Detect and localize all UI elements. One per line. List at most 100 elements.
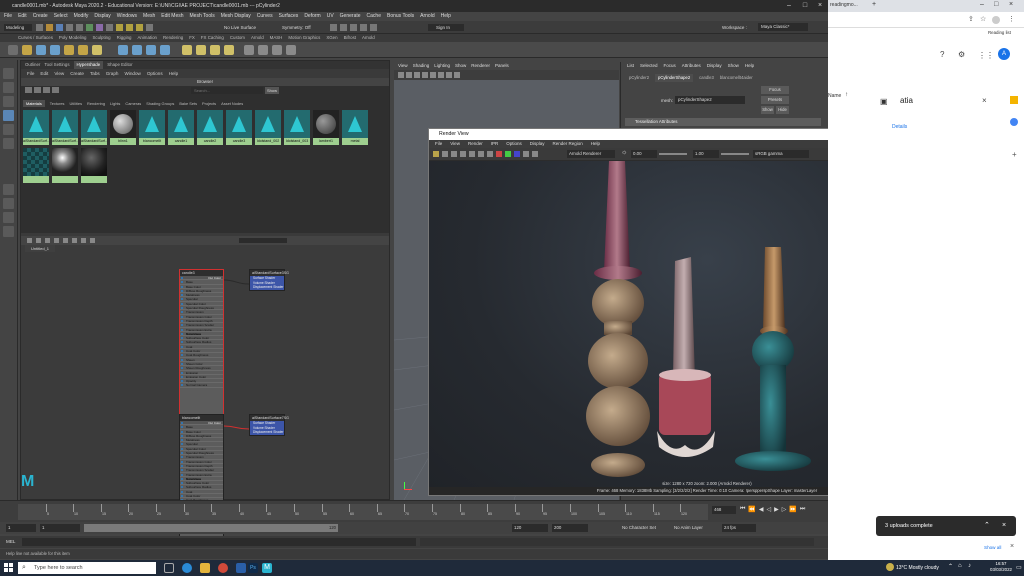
material-swatch[interactable] (23, 148, 49, 183)
rotate-tool-icon[interactable] (3, 124, 14, 135)
bevel-icon[interactable] (196, 45, 206, 55)
menu-item[interactable]: IPR (491, 140, 499, 148)
weather-icon[interactable] (886, 563, 894, 571)
file-explorer-icon[interactable] (200, 563, 210, 573)
anim-layer-selector[interactable]: No Anim Layer (674, 524, 703, 532)
green-channel-icon[interactable] (505, 151, 511, 157)
close-icon[interactable]: × (813, 0, 827, 12)
maximize-icon[interactable]: □ (994, 1, 998, 8)
redo-icon[interactable] (76, 24, 83, 31)
menu-item[interactable]: Graph (106, 70, 119, 77)
extrude-icon[interactable] (182, 45, 192, 55)
material-swatch[interactable]: candle1 (168, 110, 194, 145)
combine-icon[interactable] (244, 45, 254, 55)
shelf-tab[interactable]: Animation (137, 34, 157, 42)
view-transform-selector[interactable]: sRGB gamma (753, 150, 809, 158)
menu-item[interactable]: Deform (304, 12, 320, 21)
attribute-tab[interactable]: pCylinder2 (629, 74, 649, 82)
help-icon[interactable]: ? (940, 50, 944, 59)
task-view-icon[interactable] (164, 563, 174, 573)
share-icon[interactable]: ⇪ (968, 15, 974, 23)
menu-item[interactable]: Bonus Tools (387, 12, 414, 21)
new-tab-icon[interactable]: + (872, 1, 876, 8)
shelf-tab[interactable]: FX Caching (201, 34, 224, 42)
mel-label[interactable]: MEL (6, 538, 15, 546)
move-tool-icon[interactable] (3, 110, 14, 121)
step-back-icon[interactable]: ◀ (759, 506, 764, 514)
poly-sphere-icon[interactable] (118, 45, 128, 55)
ipr-render-icon[interactable] (340, 24, 347, 31)
menu-item[interactable]: Modify (74, 12, 89, 21)
material-swatch[interactable]: candle3 (226, 110, 252, 145)
layout-single-icon[interactable] (3, 184, 14, 195)
taskbar-search-input[interactable]: ⌕ Type here to search (18, 562, 156, 574)
shelf-tab[interactable]: Arnold (362, 34, 375, 42)
graph-materials-icon[interactable] (25, 87, 32, 93)
menu-item[interactable]: Edit Mesh (161, 12, 183, 21)
menu-item[interactable]: Panels (495, 62, 509, 70)
material-swatch[interactable]: blancomellt (139, 110, 165, 145)
panel-tab[interactable]: Hypershade (73, 61, 104, 69)
panel-tab[interactable]: Outliner (25, 61, 40, 69)
toast-collapse-icon[interactable]: ⌃ (984, 516, 990, 536)
more-menu-icon[interactable]: ⋮ (1008, 15, 1015, 23)
step-forward-key-icon[interactable]: ⏩ (789, 506, 796, 514)
sign-in-button[interactable]: Sign In (428, 24, 464, 31)
panel-close-icon[interactable]: × (982, 96, 987, 105)
end-time-field[interactable]: 200 (552, 524, 588, 532)
nurbs-cube-icon[interactable] (36, 45, 46, 55)
menu-item[interactable]: Edit (18, 12, 27, 21)
apps-grid-icon[interactable]: ⋮⋮ (978, 51, 994, 60)
panel-tab[interactable]: Tool Settings (44, 61, 69, 69)
lasso-tool-icon[interactable] (3, 82, 14, 93)
reading-list[interactable]: Reading list (988, 30, 1011, 35)
minimize-icon[interactable]: – (980, 1, 984, 8)
profile-avatar[interactable] (992, 16, 1000, 24)
time-track[interactable]: 5 10 15 20 25 30 35 40 45 50 55 60 65 70 75 80 85 90 95 100… (18, 504, 708, 520)
browser-category-tab[interactable]: Materials (23, 100, 45, 107)
nurbs-cone-icon[interactable] (64, 45, 74, 55)
menu-item[interactable]: Display (707, 62, 722, 70)
menu-item[interactable]: Help (745, 62, 754, 70)
snap-plane-icon[interactable] (146, 24, 153, 31)
presets-button[interactable]: Presets (761, 96, 789, 104)
poly-cone-icon[interactable] (160, 45, 170, 55)
menu-item[interactable]: Shading (413, 62, 430, 70)
snapshot-icon[interactable] (469, 151, 475, 157)
weather-text[interactable]: 13°C Mostly cloudy (896, 562, 939, 574)
close-icon[interactable]: × (1009, 1, 1013, 8)
browser-tab[interactable]: readingmo... (830, 2, 858, 8)
tasks-icon[interactable] (1010, 118, 1018, 126)
menu-item[interactable]: Focus (664, 62, 676, 70)
show-button[interactable]: Show (761, 106, 774, 114)
start-time-field[interactable]: 1 (6, 524, 36, 532)
remove-image-icon[interactable] (487, 151, 493, 157)
sg-input-port[interactable]: Displacement Shader (250, 430, 284, 435)
select-component-icon[interactable] (106, 24, 113, 31)
browser-category-tab[interactable]: Cameras (125, 100, 141, 107)
shelf-tab[interactable]: Custom (230, 34, 245, 42)
current-frame-field[interactable]: 468 (712, 506, 736, 514)
select-tool-icon[interactable] (3, 68, 14, 79)
browser-category-tab[interactable]: Utilities (70, 100, 83, 107)
material-swatch[interactable]: aiStandardSurf... (52, 110, 78, 145)
browser-category-tab[interactable]: Asset Nodes (221, 100, 243, 107)
add-app-icon[interactable]: + (1012, 150, 1017, 159)
grid-icon[interactable] (422, 72, 428, 78)
browser-category-tab[interactable]: Textures (50, 100, 65, 107)
select-hierarchy-icon[interactable] (86, 24, 93, 31)
shelf-tab[interactable]: Rigging (117, 34, 132, 42)
material-swatch[interactable] (81, 148, 107, 183)
menu-item[interactable]: Create (70, 70, 84, 77)
material-swatch[interactable]: lambert1 (313, 110, 339, 145)
menu-item[interactable]: File (27, 70, 34, 77)
hypershade-icon[interactable] (360, 24, 367, 31)
maya-taskbar-icon[interactable]: M (262, 563, 272, 573)
menu-item[interactable]: Help (169, 70, 178, 77)
node-aiStandardSurface7SG[interactable]: aiStandardSurface7SG Surface Shader Volum… (249, 414, 289, 436)
snap-grid-icon[interactable] (116, 24, 123, 31)
select-object-icon[interactable] (96, 24, 103, 31)
exposure-slider[interactable] (659, 153, 687, 155)
menu-item[interactable]: Mesh Tools (190, 12, 215, 21)
light-icon[interactable] (92, 45, 102, 55)
